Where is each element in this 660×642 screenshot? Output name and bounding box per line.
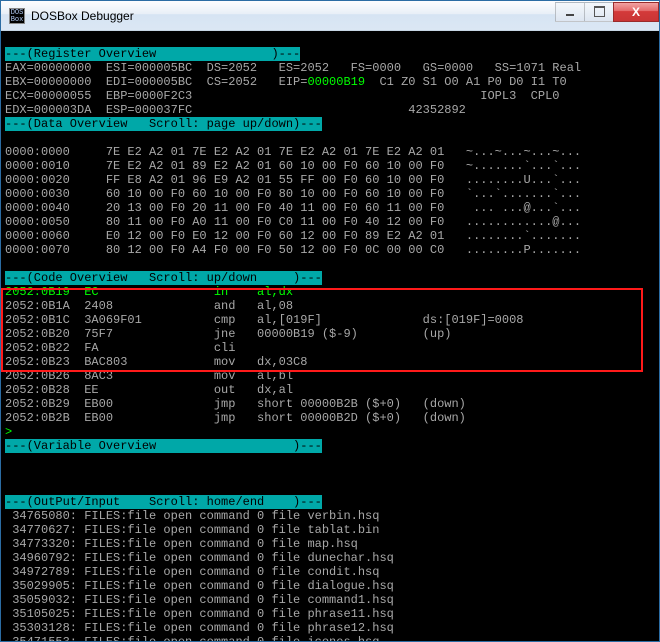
data-row: 0000:0060 E0 12 00 F0 E0 12 00 F0 60 12 … [5,229,581,243]
app-icon: DOSBox [9,8,25,24]
titlebar[interactable]: DOSBox DOSBox Debugger X [1,1,659,31]
terminal[interactable]: ---(Register Overview )--- EAX=00000000 … [1,31,659,641]
reg-line-2a: EBX=00000000 EDI=000005BC CS=2052 EIP= [5,75,307,89]
window-buttons: X [556,2,659,22]
reg-line-1: EAX=00000000 ESI=000005BC DS=2052 ES=205… [5,61,581,75]
data-row: 0000:0040 20 13 00 F0 20 11 00 F0 40 11 … [5,201,581,215]
output-block: 34765080: FILES:file open command 0 file… [5,509,394,641]
window-title: DOSBox Debugger [31,9,556,23]
minimize-button[interactable] [555,2,585,22]
section-code: ---(Code Overview Scroll: up/down )--- [5,271,322,285]
reg-line-2c: C1 Z0 S1 O0 A1 P0 D0 I1 T0 [365,75,567,89]
data-row: 0000:0030 60 10 00 F0 60 10 00 F0 80 10 … [5,187,581,201]
section-output: ---(OutPut/Input Scroll: home/end )--- [5,495,322,509]
section-register: ---(Register Overview )--- [5,47,300,61]
maximize-button[interactable] [584,2,614,22]
data-row: 0000:0020 FF E8 A2 01 96 E9 A2 01 55 FF … [5,173,581,187]
data-row: 0000:0050 80 11 00 F0 A0 11 00 F0 C0 11 … [5,215,581,229]
reg-eip: 00000B19 [307,75,365,89]
section-variable: ---(Variable Overview )--- [5,439,322,453]
debugger-window: DOSBox DOSBox Debugger X ---(Register Ov… [0,0,660,642]
data-row: 0000:0010 7E E2 A2 01 89 E2 A2 01 60 10 … [5,159,581,173]
reg-line-4: EDX=000003DA ESP=000037FC 42352892 [5,103,466,117]
data-row: 0000:0070 80 12 00 F0 A4 F0 00 F0 50 12 … [5,243,581,257]
section-data: ---(Data Overview Scroll: page up/down)-… [5,117,322,131]
reg-line-3: ECX=00000055 EBP=0000F2C3 IOPL3 CPL0 [5,89,560,103]
data-row: 0000:0000 7E E2 A2 01 7E E2 A2 01 7E E2 … [5,145,581,159]
close-button[interactable]: X [613,2,659,22]
code-block: 2052:0B19 EC in al,dx 2052:0B1A 2408 and… [5,285,523,439]
